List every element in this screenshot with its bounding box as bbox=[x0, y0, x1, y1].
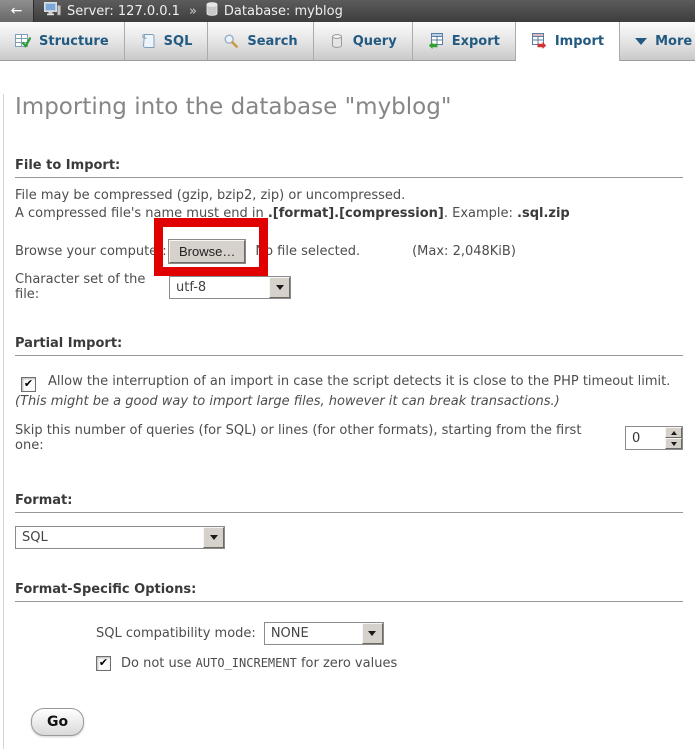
stepper-down-button[interactable] bbox=[665, 438, 682, 449]
back-button[interactable]: ← bbox=[0, 0, 34, 22]
charset-select[interactable]: utf-8 bbox=[169, 276, 291, 299]
skip-queries-stepper[interactable]: 0 bbox=[625, 426, 683, 450]
stepper-buttons bbox=[665, 427, 682, 449]
structure-icon bbox=[15, 33, 31, 49]
charset-select-arrow[interactable] bbox=[269, 277, 290, 298]
tab-label: SQL bbox=[164, 34, 193, 49]
auto-increment-checkbox[interactable]: ✔ bbox=[96, 656, 111, 671]
format-select[interactable]: SQL bbox=[15, 526, 225, 549]
breadcrumb-database-link[interactable]: Database: myblog bbox=[224, 4, 343, 19]
dropdown-arrow-icon bbox=[368, 631, 376, 636]
format-selected-value: SQL bbox=[16, 527, 203, 548]
tab-label: Search bbox=[247, 34, 297, 49]
tab-label: Query bbox=[353, 34, 397, 49]
tab-label: Structure bbox=[39, 34, 109, 49]
dropdown-arrow-icon bbox=[210, 535, 218, 540]
page-title: Importing into the database "myblog" bbox=[15, 94, 683, 120]
tab-label: More bbox=[655, 34, 692, 49]
section-heading-format: Format: bbox=[15, 493, 683, 513]
sql-compatibility-label: SQL compatibility mode: bbox=[96, 626, 256, 641]
compression-note: File may be compressed (gzip, bzip2, zip… bbox=[15, 187, 683, 223]
format-pattern: .[format].[compression] bbox=[268, 206, 444, 221]
sql-compatibility-value: NONE bbox=[265, 623, 362, 644]
tab-query[interactable]: Query bbox=[314, 22, 413, 60]
server-icon bbox=[44, 2, 61, 20]
query-icon bbox=[329, 33, 345, 49]
format-row: SQL bbox=[15, 526, 683, 549]
check-icon: ✔ bbox=[24, 377, 33, 390]
allow-interruption-checkbox[interactable]: ✔ bbox=[21, 377, 36, 392]
breadcrumb: Server: 127.0.0.1 » Database: myblog bbox=[44, 2, 343, 20]
breadcrumb-separator: » bbox=[189, 4, 197, 19]
back-arrow-icon: ← bbox=[11, 3, 23, 19]
auto-increment-label: Do not use AUTO_INCREMENT for zero value… bbox=[121, 656, 397, 671]
search-icon bbox=[223, 33, 239, 49]
submit-row: Go bbox=[31, 708, 683, 736]
auto-increment-row: ✔ Do not use AUTO_INCREMENT for zero val… bbox=[96, 656, 683, 671]
compression-line2: A compressed file's name must end in .[f… bbox=[15, 205, 683, 223]
charset-selected-value: utf-8 bbox=[170, 277, 269, 298]
sql-compatibility-select[interactable]: NONE bbox=[264, 622, 384, 645]
up-arrow-icon bbox=[671, 431, 677, 435]
example-extension: .sql.zip bbox=[517, 206, 570, 221]
section-heading-format-specific-options: Format-Specific Options: bbox=[15, 582, 683, 602]
allow-interruption-row: ✔ Allow the interruption of an import in … bbox=[15, 372, 683, 411]
browse-button[interactable]: Browse… bbox=[169, 240, 245, 263]
database-icon bbox=[206, 2, 218, 20]
sql-compatibility-row: SQL compatibility mode: NONE bbox=[96, 622, 683, 645]
tab-sql[interactable]: SQL bbox=[125, 22, 209, 60]
tab-more[interactable]: More bbox=[620, 22, 695, 60]
section-heading-file-to-import: File to Import: bbox=[15, 158, 683, 178]
stepper-up-button[interactable] bbox=[665, 427, 682, 438]
tab-bar: Structure SQL Search Query bbox=[0, 22, 695, 61]
breadcrumb-bar: ← Server: 127.0.0.1 » Database: myblog bbox=[0, 0, 695, 22]
tab-structure[interactable]: Structure bbox=[0, 22, 125, 60]
dropdown-arrow-icon bbox=[276, 285, 284, 290]
no-file-selected-text: No file selected. bbox=[255, 244, 360, 259]
compression-line1: File may be compressed (gzip, bzip2, zip… bbox=[15, 187, 683, 205]
section-heading-partial-import: Partial Import: bbox=[15, 336, 683, 356]
tab-search[interactable]: Search bbox=[208, 22, 313, 60]
browse-label: Browse your computer: bbox=[15, 244, 169, 259]
skip-queries-label: Skip this number of queries (for SQL) or… bbox=[15, 423, 611, 453]
auto-increment-code: AUTO_INCREMENT bbox=[196, 656, 297, 670]
charset-row: Character set of the file: utf-8 bbox=[15, 272, 683, 302]
breadcrumb-server-link[interactable]: Server: 127.0.0.1 bbox=[67, 4, 180, 19]
file-upload-row: Browse your computer: Browse… No file se… bbox=[15, 240, 683, 263]
tab-import[interactable]: Import bbox=[516, 22, 620, 61]
import-page: Importing into the database "myblog" Fil… bbox=[3, 94, 695, 749]
tab-label: Export bbox=[452, 34, 500, 49]
sql-compatibility-select-arrow[interactable] bbox=[362, 623, 383, 644]
allow-interruption-note: (This might be a good way to import larg… bbox=[15, 394, 560, 409]
tab-export[interactable]: Export bbox=[413, 22, 516, 60]
charset-label: Character set of the file: bbox=[15, 272, 169, 302]
skip-queries-value: 0 bbox=[626, 427, 665, 449]
chevron-down-icon bbox=[635, 38, 647, 45]
import-icon bbox=[531, 33, 547, 49]
format-select-arrow[interactable] bbox=[203, 527, 224, 548]
allow-interruption-text: Allow the interruption of an import in c… bbox=[48, 374, 670, 389]
skip-queries-row: Skip this number of queries (for SQL) or… bbox=[15, 423, 683, 453]
tab-label: Import bbox=[555, 34, 604, 49]
export-icon bbox=[428, 33, 444, 49]
go-button[interactable]: Go bbox=[31, 708, 84, 736]
down-arrow-icon bbox=[671, 442, 677, 446]
check-icon: ✔ bbox=[99, 656, 108, 669]
sql-icon bbox=[140, 33, 156, 49]
max-size-note: (Max: 2,048KiB) bbox=[412, 244, 516, 259]
